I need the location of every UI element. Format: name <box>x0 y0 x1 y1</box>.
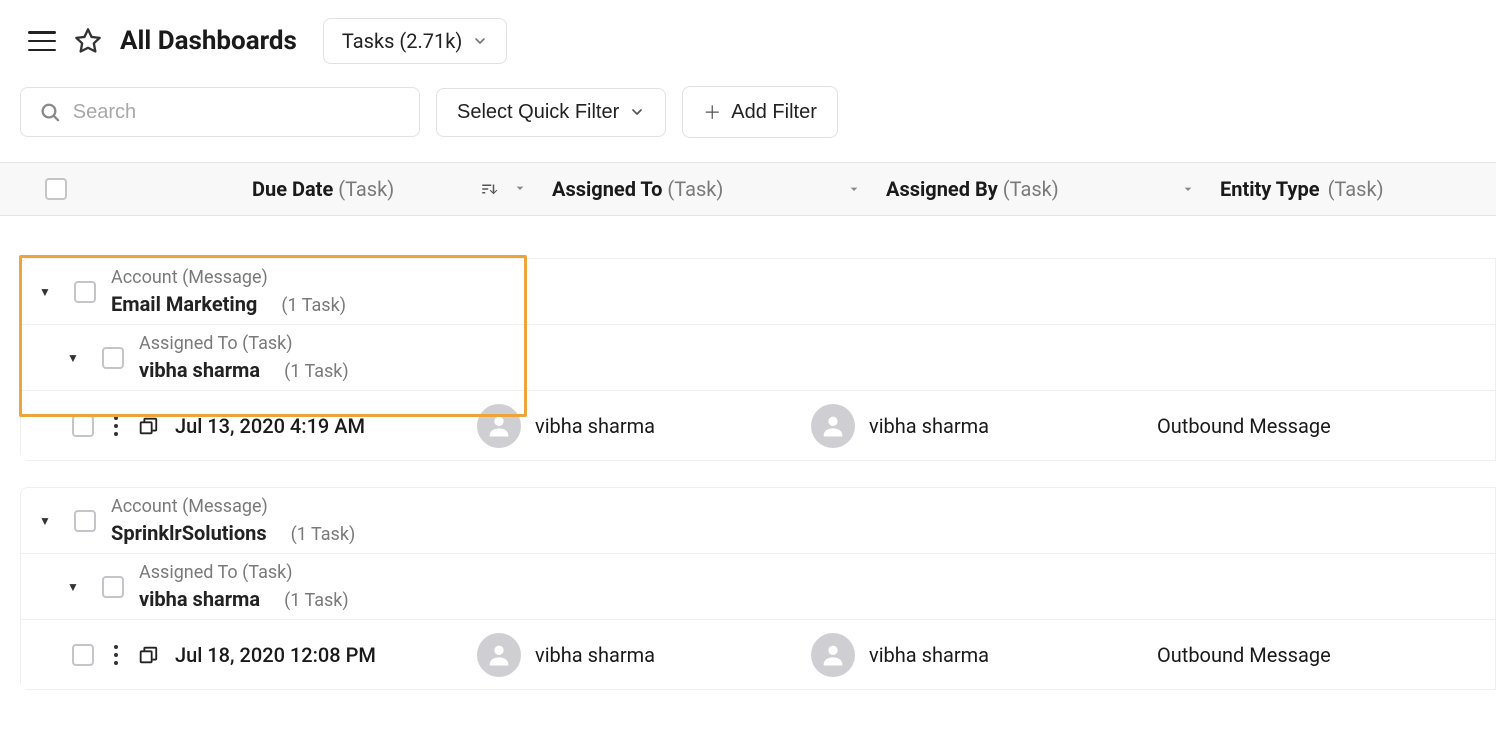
avatar-icon <box>811 633 855 677</box>
row-checkbox[interactable] <box>72 644 94 666</box>
page-title: All Dashboards <box>120 26 297 56</box>
subgroup-name: vibha sharma <box>139 587 260 611</box>
entity-type-cell: Outbound Message <box>1145 414 1495 438</box>
row-checkbox[interactable] <box>72 415 94 437</box>
filter-chevron-icon[interactable] <box>846 181 862 197</box>
quick-filter-dropdown[interactable]: Select Quick Filter <box>436 88 666 137</box>
assigned-to-cell: vibha sharma <box>477 633 811 677</box>
chevron-down-icon <box>629 104 645 120</box>
group-count: (1 Task) <box>291 524 356 545</box>
table-header: Due Date (Task) Assigned To (Task) Assig… <box>0 162 1496 216</box>
task-group: ▼ Account (Message) SprinklrSolutions (1… <box>20 487 1496 690</box>
subgroup-name: vibha sharma <box>139 358 260 382</box>
due-date-cell: Jul 18, 2020 12:08 PM <box>171 643 477 667</box>
avatar-icon <box>477 404 521 448</box>
group-sub-label: Account (Message) <box>111 267 346 288</box>
assigned-by-cell: vibha sharma <box>811 404 1145 448</box>
filter-chevron-icon[interactable] <box>512 180 528 196</box>
more-icon[interactable] <box>113 415 119 437</box>
column-entity-type[interactable]: Entity Type (Task) <box>1208 177 1496 201</box>
collapse-toggle[interactable]: ▼ <box>31 514 59 528</box>
group-checkbox[interactable] <box>74 510 96 532</box>
column-assigned-to[interactable]: Assigned To (Task) <box>540 177 874 201</box>
assigned-by-cell: vibha sharma <box>811 633 1145 677</box>
plus-icon: ＋ <box>703 99 721 125</box>
assigned-to-cell: vibha sharma <box>477 404 811 448</box>
sort-icon[interactable] <box>480 180 498 198</box>
column-assigned-by[interactable]: Assigned By (Task) <box>874 177 1208 201</box>
entity-type-cell: Outbound Message <box>1145 643 1495 667</box>
task-group: ▼ Account (Message) Email Marketing (1 T… <box>20 258 1496 461</box>
task-row[interactable]: Jul 18, 2020 12:08 PM vibha sharma vibha… <box>21 619 1495 689</box>
search-input[interactable] <box>73 101 401 124</box>
avatar-icon <box>477 633 521 677</box>
group-count: (1 Task) <box>281 295 346 316</box>
group-name: Email Marketing <box>111 292 257 316</box>
collapse-toggle[interactable]: ▼ <box>59 351 87 365</box>
avatar-icon <box>811 404 855 448</box>
column-due-date[interactable]: Due Date (Task) <box>240 177 540 201</box>
tasks-dropdown[interactable]: Tasks (2.71k) <box>323 18 507 64</box>
filter-chevron-icon[interactable] <box>1180 181 1196 197</box>
more-icon[interactable] <box>113 644 119 666</box>
due-date-cell: Jul 13, 2020 4:19 AM <box>171 414 477 438</box>
star-icon[interactable] <box>74 27 102 55</box>
tasks-label: Tasks (2.71k) <box>342 29 462 53</box>
chevron-down-icon <box>472 33 488 49</box>
collapse-toggle[interactable]: ▼ <box>59 580 87 594</box>
add-filter-button[interactable]: ＋ Add Filter <box>682 86 838 138</box>
subgroup-sub-label: Assigned To (Task) <box>139 333 349 354</box>
subgroup-checkbox[interactable] <box>102 347 124 369</box>
open-icon[interactable] <box>137 644 159 666</box>
collapse-toggle[interactable]: ▼ <box>31 285 59 299</box>
group-sub-label: Account (Message) <box>111 496 355 517</box>
task-row[interactable]: Jul 13, 2020 4:19 AM vibha sharma vibha … <box>21 390 1495 460</box>
select-all-checkbox[interactable] <box>45 178 67 200</box>
subgroup-sub-label: Assigned To (Task) <box>139 562 349 583</box>
subgroup-checkbox[interactable] <box>102 576 124 598</box>
group-checkbox[interactable] <box>74 281 96 303</box>
search-icon <box>39 100 61 124</box>
subgroup-count: (1 Task) <box>284 361 349 382</box>
group-name: SprinklrSolutions <box>111 521 267 545</box>
search-box[interactable] <box>20 87 420 137</box>
menu-icon[interactable] <box>28 31 56 51</box>
subgroup-count: (1 Task) <box>284 590 349 611</box>
open-icon[interactable] <box>137 415 159 437</box>
